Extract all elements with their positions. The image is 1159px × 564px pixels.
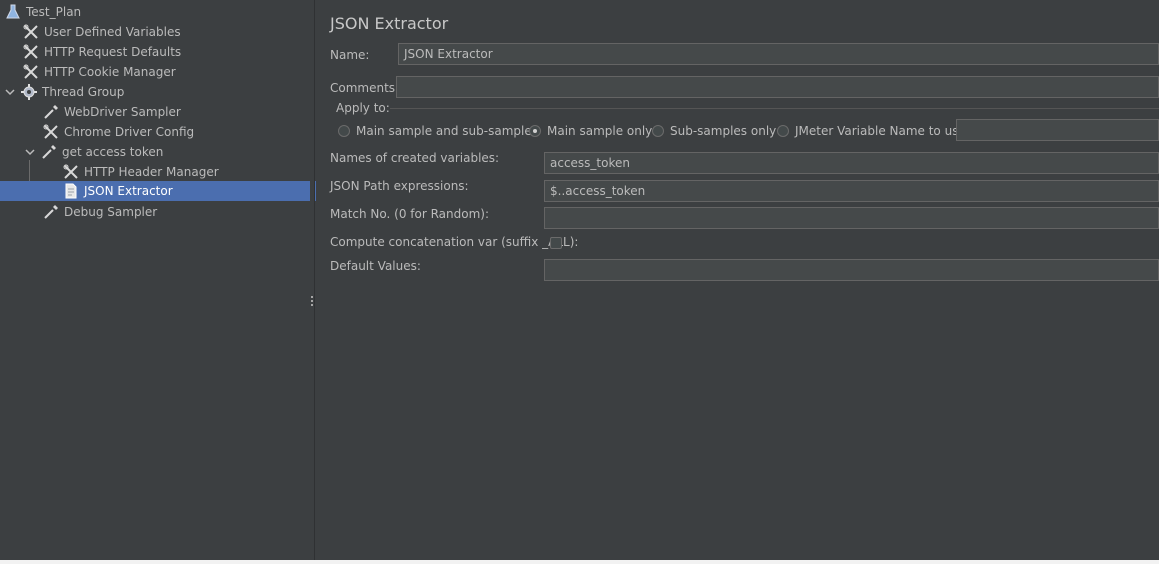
tree-item-label: WebDriver Sampler [64, 105, 181, 119]
default-values-field[interactable] [544, 259, 1159, 281]
tree-item-label: Debug Sampler [64, 205, 158, 219]
radio-button[interactable] [338, 125, 350, 137]
document-icon [62, 182, 80, 200]
match-no-field[interactable] [544, 207, 1159, 229]
comments-field[interactable] [396, 76, 1159, 98]
tree-item-debug-sampler[interactable]: Debug Sampler [0, 202, 352, 222]
radio-jmeter-variable[interactable]: JMeter Variable Name to use [777, 124, 966, 138]
tree-item-label: JSON Extractor [84, 184, 173, 198]
splitter-grip-icon [311, 296, 313, 308]
wrench-scissors-icon [22, 63, 40, 81]
tree-item-label: User Defined Variables [44, 25, 181, 39]
pipette-icon [42, 203, 60, 221]
test-plan-tree[interactable]: Test_Plan User Defined Variables HTTP Re… [0, 0, 372, 564]
radio-main-and-sub-samples[interactable]: Main sample and sub-samples [338, 124, 538, 138]
radio-button[interactable] [529, 125, 541, 137]
radio-label: Main sample only [547, 124, 653, 138]
wrench-scissors-icon [42, 123, 60, 141]
tree-item-get-access-token[interactable]: get access token [0, 142, 334, 162]
name-label: Name: [330, 48, 370, 62]
names-of-created-variables-field[interactable]: access_token [544, 152, 1159, 174]
json-extractor-panel: JSON Extractor Name: JSON Extractor Comm… [316, 0, 1159, 564]
tree-item-label: Chrome Driver Config [64, 125, 195, 139]
compute-concatenation-checkbox[interactable] [550, 237, 562, 249]
radio-main-sample-only[interactable]: Main sample only [529, 124, 652, 138]
flask-icon [4, 3, 22, 21]
radio-button[interactable] [652, 125, 664, 137]
tree-item-label: HTTP Header Manager [84, 165, 219, 179]
json-path-expressions-field[interactable]: $..access_token [544, 180, 1159, 202]
tree-item-chrome-driver-config[interactable]: Chrome Driver Config [0, 122, 352, 142]
tree-item-label: HTTP Request Defaults [44, 45, 182, 59]
window-bottom-edge [0, 560, 1159, 564]
radio-button[interactable] [777, 125, 789, 137]
apply-to-group-border [390, 108, 1159, 109]
tree-item-label: Thread Group [42, 85, 125, 99]
tree-item-label: get access token [62, 145, 164, 159]
tree-item-user-defined-variables[interactable]: User Defined Variables [0, 22, 332, 42]
names-of-created-variables-label: Names of created variables: [330, 151, 500, 165]
tree-item-http-cookie-manager[interactable]: HTTP Cookie Manager [0, 62, 332, 82]
pipette-icon [42, 103, 60, 121]
wrench-scissors-icon [22, 43, 40, 61]
pipette-icon [40, 143, 58, 161]
apply-to-label: Apply to: [336, 101, 390, 115]
match-no-label: Match No. (0 for Random): [330, 207, 490, 221]
gear-icon [20, 83, 38, 101]
jmeter-variable-name-field[interactable] [956, 119, 1159, 141]
pane-splitter[interactable] [310, 0, 315, 564]
radio-label: Sub-samples only [670, 124, 777, 138]
page-title: JSON Extractor [330, 14, 449, 33]
default-values-label: Default Values: [330, 259, 421, 273]
name-field[interactable]: JSON Extractor [398, 43, 1159, 65]
wrench-scissors-icon [62, 163, 80, 181]
chevron-down-icon[interactable] [4, 86, 16, 98]
tree-item-label: HTTP Cookie Manager [44, 65, 176, 79]
tree-item-http-request-defaults[interactable]: HTTP Request Defaults [0, 42, 332, 62]
wrench-scissors-icon [22, 23, 40, 41]
json-path-expressions-label: JSON Path expressions: [330, 179, 469, 193]
compute-concatenation-label: Compute concatenation var (suffix _ALL): [330, 235, 579, 249]
tree-item-test-plan[interactable]: Test_Plan [0, 2, 314, 22]
radio-label: Main sample and sub-samples [356, 124, 538, 138]
tree-item-thread-group[interactable]: Thread Group [0, 82, 314, 102]
chevron-down-icon[interactable] [24, 146, 36, 158]
tree-item-webdriver-sampler[interactable]: WebDriver Sampler [0, 102, 352, 122]
radio-label: JMeter Variable Name to use [795, 124, 966, 138]
comments-label: Comments: [330, 81, 400, 95]
tree-item-label: Test_Plan [26, 5, 82, 19]
radio-sub-samples-only[interactable]: Sub-samples only [652, 124, 776, 138]
